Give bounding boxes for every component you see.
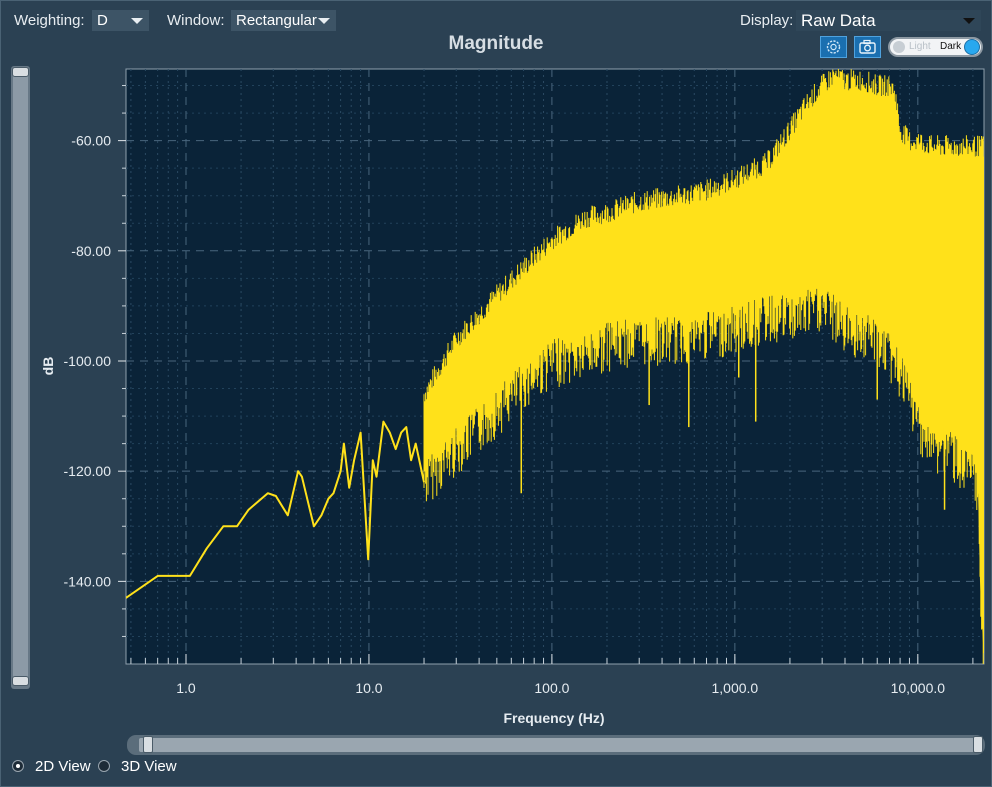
- radio-3d-view-label[interactable]: 3D View: [121, 758, 177, 775]
- x-tick-label: 1,000.0: [712, 680, 759, 696]
- x-tick-label: 1.0: [176, 680, 196, 696]
- horizontal-scroll-left-handle[interactable]: [143, 736, 153, 753]
- radio-2d-view-label[interactable]: 2D View: [35, 758, 91, 775]
- magnitude-chart: 1.0 10.0 100.0 1,000.0 10,000.0 -60.00 -80.00…: [40, 68, 985, 726]
- radio-2d-view[interactable]: [12, 760, 24, 772]
- x-axis-label: Frequency (Hz): [503, 710, 604, 726]
- x-tick-label: 10,000.0: [891, 680, 946, 696]
- y-tick-label: -80.00: [71, 243, 111, 259]
- y-tick-label: -60.00: [71, 133, 111, 149]
- x-tick-label: 100.0: [534, 680, 569, 696]
- y-tick-label: -100.00: [64, 353, 112, 369]
- y-tick-label: -120.00: [64, 463, 112, 479]
- horizontal-scrollbar[interactable]: [127, 735, 985, 755]
- horizontal-scroll-right-handle[interactable]: [973, 736, 983, 753]
- horizontal-scroll-track[interactable]: [139, 738, 981, 752]
- y-axis: -60.00 -80.00 -100.00 -120.00 -140.00: [64, 85, 126, 637]
- y-tick-label: -140.00: [64, 573, 112, 589]
- y-axis-label: dB: [40, 357, 56, 376]
- x-tick-label: 10.0: [355, 680, 382, 696]
- radio-3d-view[interactable]: [98, 760, 110, 772]
